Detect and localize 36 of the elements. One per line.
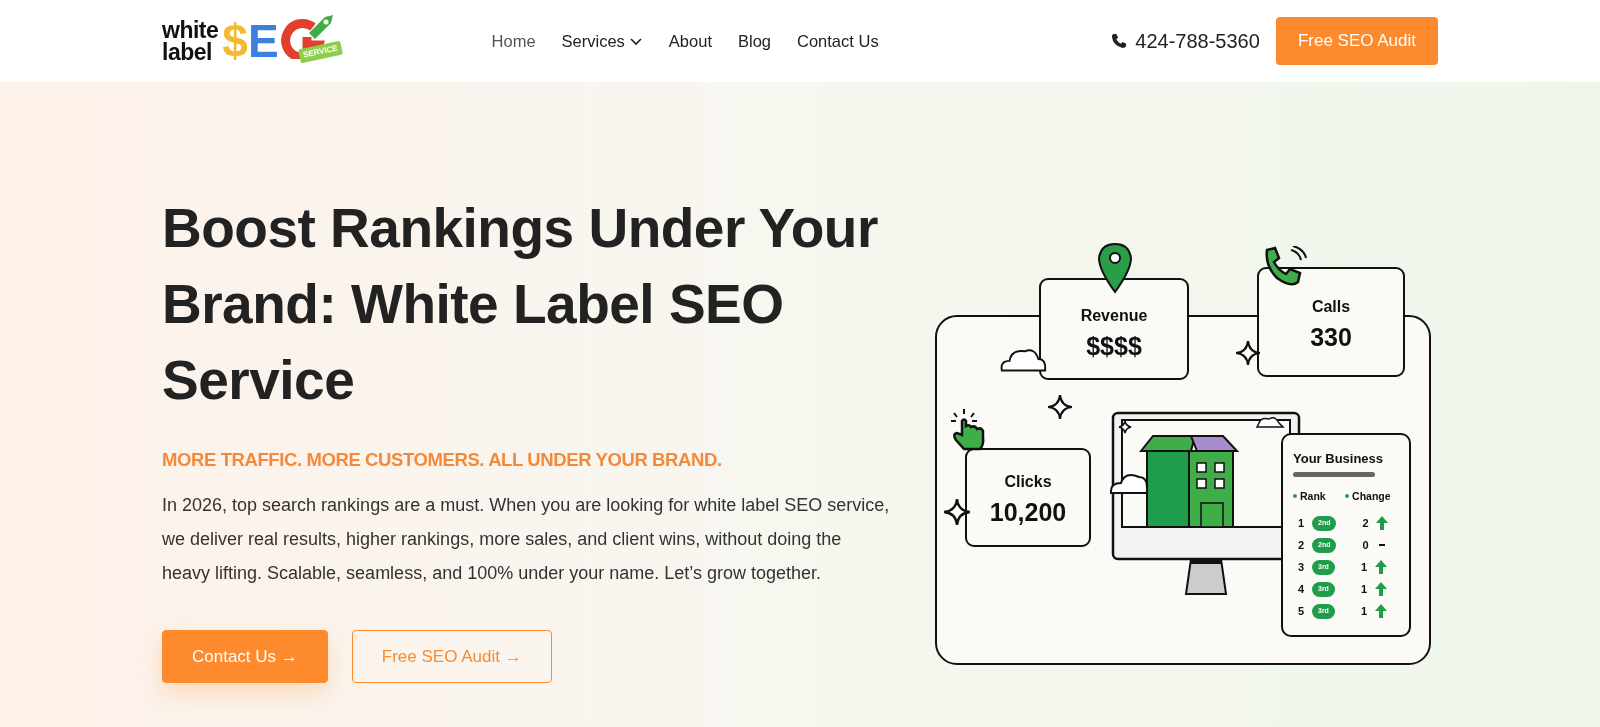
column-header: Change	[1345, 488, 1399, 505]
rank-number: 5	[1298, 604, 1306, 619]
stat-label: Clicks	[1004, 472, 1052, 492]
logo-letter: E	[247, 18, 279, 64]
change-number: 1	[1360, 604, 1369, 619]
change-number: 0	[1362, 538, 1370, 553]
stat-label: Calls	[1311, 297, 1351, 317]
change-number: 2	[1362, 516, 1370, 531]
stat-value: $$$$	[1086, 331, 1142, 362]
sparkle-icon	[1047, 394, 1073, 420]
stat-label: Revenue	[1080, 306, 1148, 326]
stat-value: 10,200	[989, 497, 1067, 528]
rank-number: 1	[1298, 516, 1306, 531]
change-number: 1	[1360, 560, 1369, 575]
nav-link[interactable]: Blog	[725, 28, 784, 54]
hero-heading: Boost Rankings Under Your Brand: White Label SEO Service	[162, 196, 879, 413]
phone-number: 424-788-5360	[1135, 29, 1260, 54]
nav-link[interactable]: Contact Us	[784, 28, 892, 54]
logo-text: label	[162, 41, 213, 63]
nav-link[interactable]: About	[655, 28, 725, 54]
logo-letter: $	[222, 18, 248, 64]
stat-value: 330	[1310, 322, 1352, 353]
rank-number: 3	[1298, 560, 1306, 575]
logo-text: white	[162, 19, 219, 41]
phone-icon	[1111, 33, 1128, 49]
tagline: MORE TRAFFIC. MORE CUSTOMERS. ALL UNDER YOUR BRAND.	[162, 448, 723, 472]
bullet-dot	[1345, 494, 1350, 499]
hero-paragraph: In 2026, top search rankings are a must. When you are looking for white label SEO service, we deliver real results, higher rankings, more sales, and client wins, without doing the heavy lifting. Scalable, seamless, and 100% under your name. Let’s grow together.	[162, 493, 890, 585]
nav-link[interactable]: Home	[478, 28, 549, 54]
change-number: 1	[1360, 582, 1369, 597]
rank-number: 2	[1298, 538, 1306, 553]
column-header: Rank	[1293, 488, 1346, 505]
nav-link[interactable]: Services	[548, 28, 656, 54]
business-title: Your Business	[1293, 450, 1385, 468]
bullet-dot	[1293, 494, 1297, 499]
rank-number: 4	[1298, 582, 1306, 597]
